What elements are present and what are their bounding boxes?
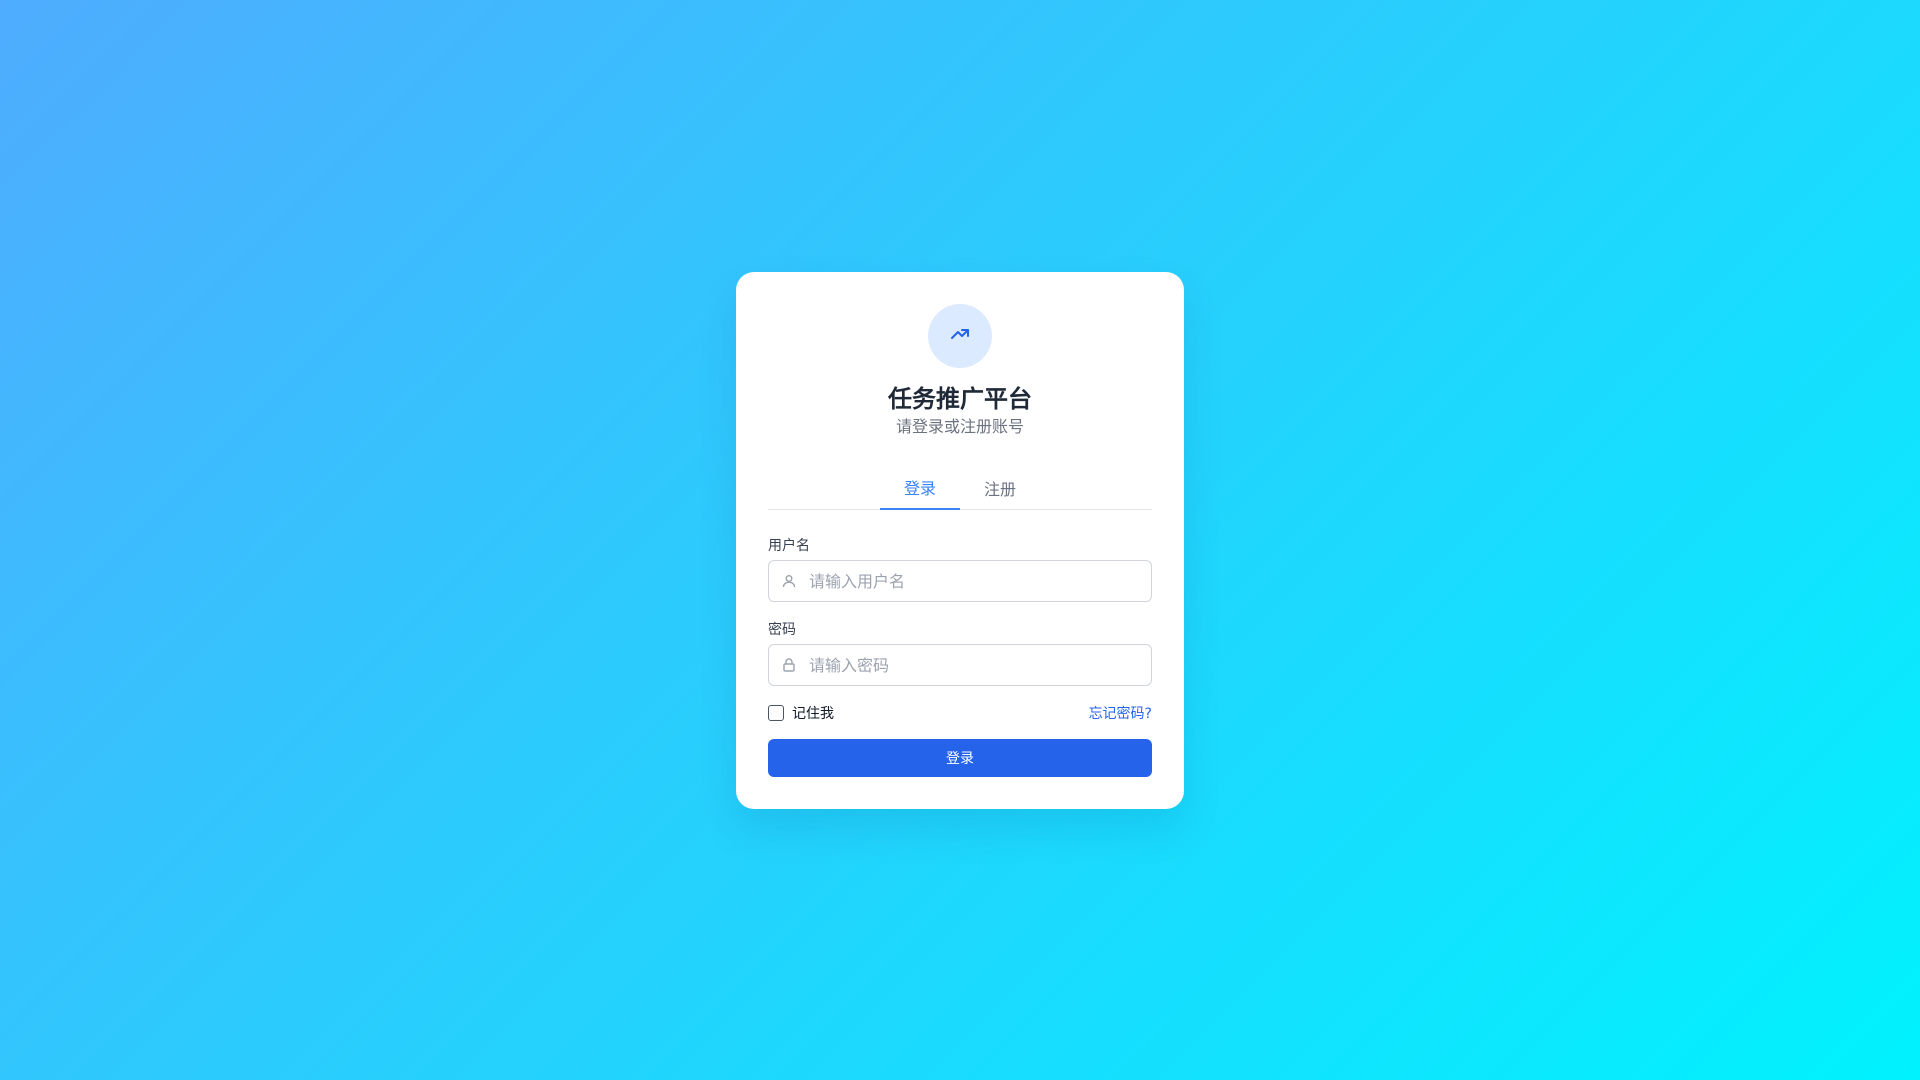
password-input[interactable] (769, 645, 1151, 685)
auth-tabs: 登录 注册 (768, 466, 1152, 510)
tab-login[interactable]: 登录 (880, 466, 960, 510)
password-label: 密码 (768, 622, 796, 638)
login-button[interactable]: 登录 (768, 739, 1152, 777)
remember-label: 记住我 (792, 706, 834, 722)
app-logo-icon (928, 304, 992, 368)
remember-checkbox[interactable] (768, 705, 784, 721)
form-options-row: 记住我 忘记密码? (768, 702, 1152, 724)
username-field-group: 用户名 (768, 536, 1152, 602)
login-card: 任务推广平台 请登录或注册账号 登录 注册 用户名 密码 (736, 272, 1184, 809)
remember-me[interactable]: 记住我 (768, 703, 834, 723)
username-input[interactable] (769, 561, 1151, 601)
tab-register[interactable]: 注册 (960, 466, 1040, 510)
password-input-wrapper (768, 644, 1152, 686)
forgot-password-link[interactable]: 忘记密码? (1089, 703, 1152, 723)
username-input-wrapper (768, 560, 1152, 602)
page-subtitle: 请登录或注册账号 (895, 417, 1024, 436)
username-label: 用户名 (768, 538, 810, 554)
page-title: 任务推广平台 (888, 385, 1032, 413)
password-field-group: 密码 (768, 620, 1152, 686)
